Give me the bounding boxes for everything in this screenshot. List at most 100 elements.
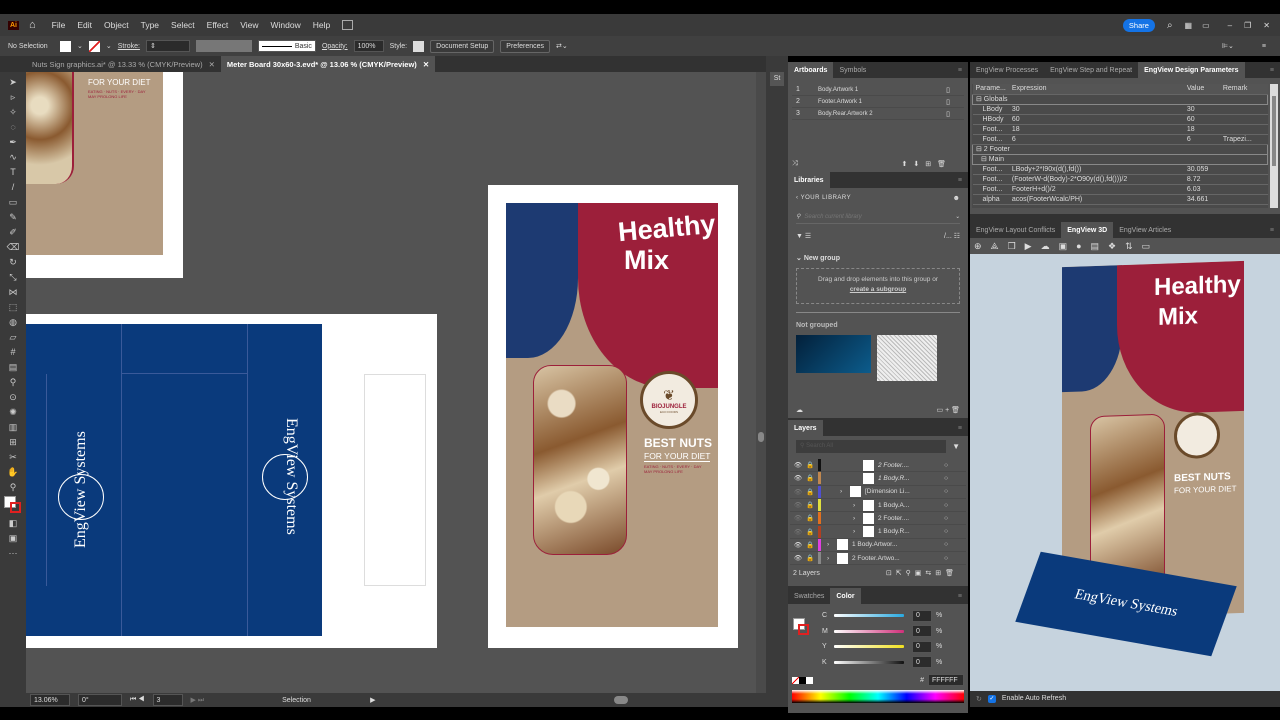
width-tool-icon[interactable]: ⋈: [6, 286, 20, 298]
stroke-label[interactable]: Stroke:: [118, 43, 140, 50]
home-icon[interactable]: ⌂: [29, 19, 36, 31]
status-menu-icon[interactable]: ▶: [370, 696, 375, 704]
expand-arrow-icon[interactable]: ›: [827, 555, 837, 562]
refresh-icon[interactable]: ↻: [976, 695, 982, 703]
materials-icon[interactable]: ❖: [1108, 241, 1116, 252]
expand-arrow-icon[interactable]: ›: [853, 515, 863, 522]
panel-menu-icon[interactable]: ≡: [958, 593, 962, 600]
create-subgroup-link[interactable]: create a subgroup: [797, 286, 959, 293]
library-asset-pattern[interactable]: [877, 335, 937, 381]
visibility-eye-icon[interactable]: 👁: [790, 554, 806, 562]
artboard-item[interactable]: 2 Footer.Artwork 1 ▯: [792, 96, 964, 108]
channel-value-input[interactable]: 0: [912, 640, 932, 653]
layer-row[interactable]: 👁 🔒 › 1 Body.Artwor... ○: [790, 538, 966, 553]
eraser-icon[interactable]: ⌫: [6, 241, 20, 253]
parameter-group[interactable]: ⊟ 2 Footer: [972, 143, 1268, 155]
minimize-icon[interactable]: –: [1228, 21, 1232, 30]
chevron-down-icon[interactable]: ⌄: [77, 42, 83, 50]
tab-layers[interactable]: Layers: [788, 420, 823, 436]
zoom-fit-icon[interactable]: ⊕: [974, 241, 982, 252]
stroke-swatch[interactable]: [88, 40, 100, 52]
target-circle-icon[interactable]: ○: [944, 475, 948, 482]
light-icon[interactable]: ●: [1076, 241, 1081, 251]
panel-menu-icon[interactable]: ≡: [958, 67, 962, 74]
hand-icon[interactable]: ✋: [6, 466, 20, 478]
perspective-icon[interactable]: ▱: [6, 331, 20, 343]
tab-artboards[interactable]: Artboards: [788, 62, 834, 78]
restore-icon[interactable]: ❐: [1244, 21, 1251, 30]
cloud-upload-icon[interactable]: ☁: [1041, 241, 1050, 252]
layer-actions-icon[interactable]: ⊡⇱⚲▣⇆⊞🗑: [886, 569, 958, 577]
free-transform-icon[interactable]: ⬚: [6, 301, 20, 313]
expand-arrow-icon[interactable]: ›: [840, 488, 850, 495]
layer-row[interactable]: 👁 🔒 › 1 Body.R... ○: [790, 525, 966, 539]
lock-icon[interactable]: 🔒: [806, 541, 818, 549]
filter-icon[interactable]: ▼: [952, 442, 960, 451]
zoom-tool-icon[interactable]: ⚲: [6, 481, 20, 493]
eyedropper-icon[interactable]: ⚲: [6, 376, 20, 388]
opacity-label[interactable]: Opacity:: [322, 43, 348, 50]
menu-effect[interactable]: Effect: [207, 20, 229, 30]
fill-stroke-widget[interactable]: [4, 496, 22, 514]
cloud-icon[interactable]: ☁: [796, 406, 803, 414]
layer-row[interactable]: 👁 🔒 › [Dimension Li... ○: [790, 485, 966, 499]
panel-menu-icon[interactable]: ≡: [958, 177, 962, 184]
type-tool-icon[interactable]: T: [6, 166, 20, 178]
tab-color[interactable]: Color: [830, 588, 861, 604]
first-artboard-icon[interactable]: ⏮ ◀: [130, 696, 145, 704]
share-button[interactable]: Share: [1122, 18, 1155, 32]
artboard-options-icon[interactable]: ▯: [946, 98, 950, 106]
workspace-icon[interactable]: ▦: [1185, 21, 1193, 30]
graph-icon[interactable]: ▥: [6, 421, 20, 433]
direct-selection-tool-icon[interactable]: ▹: [6, 91, 20, 103]
visibility-eye-icon[interactable]: 👁: [790, 514, 806, 522]
none-swatch[interactable]: [792, 676, 799, 684]
lasso-icon[interactable]: ◌: [6, 121, 20, 133]
parameter-row[interactable]: Foot... LBody+2*I90x(d(),fd()) 30.059: [972, 164, 1268, 175]
rectangle-tool-icon[interactable]: ▭: [6, 196, 20, 208]
screen-mode-icon[interactable]: ▣: [6, 532, 20, 544]
paintbrush-icon[interactable]: ✎: [6, 211, 20, 223]
artboard-options-icon[interactable]: ▯: [946, 86, 950, 94]
lock-icon[interactable]: 🔒: [806, 554, 818, 562]
layer-row[interactable]: 👁 🔒 › 2 Footer.Artwo... ○: [790, 552, 966, 566]
target-circle-icon[interactable]: ○: [944, 555, 948, 562]
table-scrollbar[interactable]: [1270, 84, 1278, 208]
white-swatch[interactable]: [806, 676, 813, 684]
lock-icon[interactable]: 🔒: [806, 461, 818, 469]
panel-menu-icon[interactable]: ≡: [1270, 227, 1274, 234]
cube-icon[interactable]: ❒: [1008, 241, 1016, 252]
artboard-item[interactable]: 3 Body.Rear.Artwork 2 ▯: [792, 108, 964, 120]
symbol-sprayer-icon[interactable]: ✺: [6, 406, 20, 418]
menu-view[interactable]: View: [240, 20, 258, 30]
mesh-icon[interactable]: #: [6, 346, 20, 358]
expand-arrow-icon[interactable]: ›: [853, 528, 863, 535]
menu-window[interactable]: Window: [271, 20, 301, 30]
channel-value-input[interactable]: 0: [912, 625, 932, 638]
3d-viewport[interactable]: Healthy Mix BEST NUTS FOR YOUR DIET EngV…: [970, 254, 1280, 691]
preferences-button[interactable]: Preferences: [500, 39, 551, 53]
view-icon[interactable]: /... ☷: [944, 232, 960, 240]
rotate-icon[interactable]: ↻: [6, 256, 20, 268]
brush-select[interactable]: Basic: [257, 40, 316, 52]
menu-help[interactable]: Help: [313, 20, 330, 30]
gradient-icon[interactable]: ▤: [6, 361, 20, 373]
target-circle-icon[interactable]: ○: [944, 528, 948, 535]
toolbar-collapse[interactable]: [0, 56, 26, 72]
channel-slider[interactable]: [834, 614, 904, 618]
play-icon[interactable]: ▶: [1025, 241, 1032, 252]
layer-row[interactable]: 👁 🔒 2 Footer.... ○: [790, 459, 966, 473]
save-icon[interactable]: ▣: [1059, 241, 1068, 252]
library-actions-icon[interactable]: ▭ + 🗑: [937, 406, 960, 414]
artboard-tool-icon[interactable]: ⊞: [6, 436, 20, 448]
panel-toggle-icon[interactable]: ▭: [1202, 21, 1210, 30]
black-swatch[interactable]: [799, 676, 806, 684]
tab-engview-articles[interactable]: EngView Articles: [1113, 222, 1177, 238]
layer-row[interactable]: 👁 🔒 › 1 Body.A... ○: [790, 499, 966, 513]
artboard-number-select[interactable]: 3: [152, 694, 183, 706]
close-tab-icon[interactable]: ✕: [423, 60, 429, 69]
target-circle-icon[interactable]: ○: [944, 541, 948, 548]
opacity-input[interactable]: 100%: [353, 40, 384, 52]
lock-icon[interactable]: 🔒: [806, 474, 818, 482]
artboard-options-icon[interactable]: ▯: [946, 110, 950, 118]
